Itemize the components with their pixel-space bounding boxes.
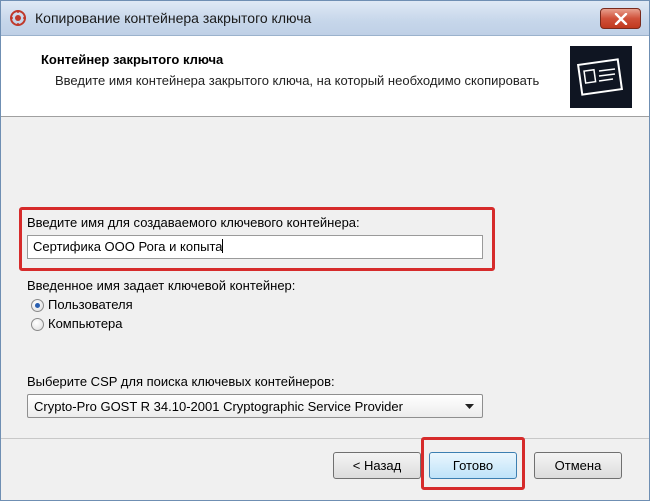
header-description: Введите имя контейнера закрытого ключа, … — [55, 73, 540, 88]
dialog-window: Копирование контейнера закрытого ключа К… — [0, 0, 650, 501]
csp-select[interactable]: Crypto-Pro GOST R 34.10-2001 Cryptograph… — [27, 394, 483, 418]
key-type-label: Введенное имя задает ключевой контейнер: — [27, 278, 296, 293]
radio-user-button[interactable] — [31, 299, 44, 312]
highlight-frame-finish — [421, 437, 525, 490]
crypto-app-icon — [9, 9, 27, 27]
radio-computer-label: Компьютера — [48, 316, 123, 331]
csp-selected-value: Crypto-Pro GOST R 34.10-2001 Cryptograph… — [34, 399, 403, 414]
close-button[interactable] — [600, 8, 641, 29]
close-icon — [614, 13, 628, 25]
back-button[interactable]: < Назад — [333, 452, 421, 479]
radio-computer-button[interactable] — [31, 318, 44, 331]
window-title: Копирование контейнера закрытого ключа — [35, 10, 312, 26]
title-bar[interactable]: Копирование контейнера закрытого ключа — [1, 1, 649, 36]
highlight-frame-input — [19, 207, 495, 271]
footer-divider — [1, 438, 649, 439]
wizard-header: Контейнер закрытого ключа Введите имя ко… — [1, 36, 649, 117]
csp-label: Выберите CSP для поиска ключевых контейн… — [27, 374, 335, 389]
certificate-icon — [570, 46, 632, 108]
radio-user-label: Пользователя — [48, 297, 133, 312]
header-title: Контейнер закрытого ключа — [41, 52, 224, 67]
chevron-down-icon — [465, 404, 474, 409]
cancel-button[interactable]: Отмена — [534, 452, 622, 479]
